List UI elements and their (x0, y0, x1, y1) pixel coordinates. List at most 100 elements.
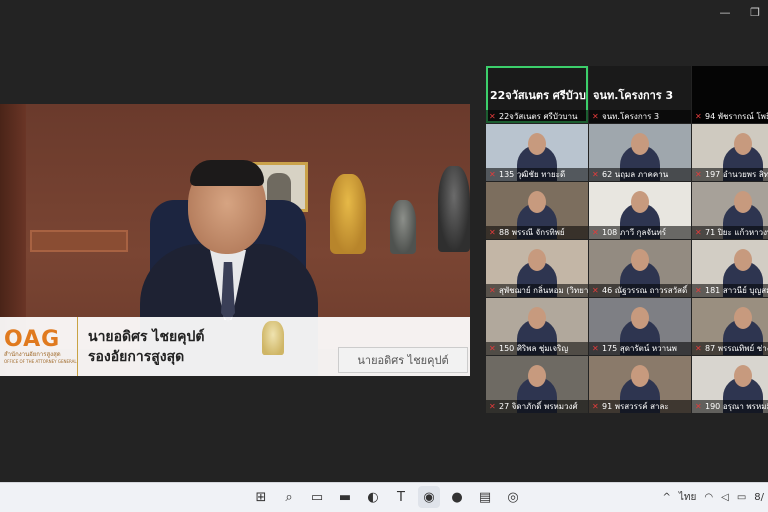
participant-tile[interactable]: 62 นฤมล ภาคคาน ✕ (589, 124, 691, 181)
participant-label: 87 พรรณทิพย์ ช่างสา (692, 342, 768, 355)
participant-label: 181 สาวนีย์ บุญสมธา (692, 284, 768, 297)
mic-muted-icon: ✕ (489, 286, 496, 295)
participant-display-name: จนท.โครงการ 3 (593, 89, 674, 102)
participant-tile[interactable]: 22จวัสเนตร ศรีบัวบาน 22จวัสเนตร ศรีบัวบาน… (486, 66, 588, 123)
participant-face (734, 249, 752, 271)
participant-face (528, 191, 546, 213)
speaker-position: รองอัยการสูงสุด (88, 348, 185, 365)
participant-label: จนท.โครงการ 3 (589, 110, 691, 123)
edge-icon[interactable]: ◐ (362, 486, 384, 508)
logo-text: OAG (4, 326, 61, 352)
participant-label: 150 ศิริพล ชุ่มเจริญ (486, 342, 588, 355)
language-indicator[interactable]: ไทย (679, 490, 696, 505)
participant-face (528, 307, 546, 329)
participant-tile[interactable]: 150 ศิริพล ชุ่มเจริญ ✕ (486, 298, 588, 355)
participant-tile[interactable]: จนท.โครงการ 3 จนท.โครงการ 3 ✕ (589, 66, 691, 123)
participant-label: 108 ภาวี กุลจันทร์ (589, 226, 691, 239)
participant-label: 175 สุดารัตน์ หวานพ (589, 342, 691, 355)
wifi-icon[interactable]: ◠ (704, 492, 713, 503)
mic-muted-icon: ✕ (489, 170, 496, 179)
mic-muted-icon: ✕ (592, 228, 599, 237)
speaker-hair (190, 160, 264, 186)
participant-tile[interactable]: 135 วุฒิชัย ทายะดี ✕ (486, 124, 588, 181)
participant-tile[interactable]: สุพัชฌาย์ กลิ่นหอม (วิทยา ✕ (486, 240, 588, 297)
mic-muted-icon: ✕ (695, 286, 702, 295)
participant-tile[interactable]: 88 พรรณี จักรทิพย์ ✕ (486, 182, 588, 239)
silver-statue (390, 200, 416, 254)
zoom-icon[interactable]: ◉ (418, 486, 440, 508)
line-icon[interactable]: ◎ (502, 486, 524, 508)
logo-english: OFFICE OF THE ATTORNEY GENERAL (4, 358, 77, 364)
participant-face (631, 307, 649, 329)
participant-label: สุพัชฌาย์ กลิ่นหอม (วิทยา (486, 284, 588, 297)
participant-tile[interactable]: 175 สุดารัตน์ หวานพ ✕ (589, 298, 691, 355)
task-view-icon[interactable]: ▭ (306, 486, 328, 508)
clock[interactable]: 8/ (754, 492, 764, 503)
mic-muted-icon: ✕ (489, 402, 496, 411)
participant-tile[interactable]: 108 ภาวี กุลจันทร์ ✕ (589, 182, 691, 239)
participant-tile[interactable]: 46 ณัฐวรรณ ถาวรสวัสดิ์ ✕ (589, 240, 691, 297)
participant-label: 135 วุฒิชัย ทายะดี (486, 168, 588, 181)
mic-muted-icon: ✕ (592, 402, 599, 411)
participant-face (734, 133, 752, 155)
taskbar: ⊞ ⌕ ▭ ▬ ◐ T ◉ ● ▤ ◎ ^ ไทย ◠ ◁ ▭ 8/ (0, 482, 768, 512)
participant-face (734, 191, 752, 213)
mic-muted-icon: ✕ (592, 344, 599, 353)
mic-muted-icon: ✕ (489, 228, 496, 237)
participant-tile[interactable]: 197 อำนวยพร สิทธิ์ศ✕ (692, 124, 768, 181)
start-icon[interactable]: ⊞ (250, 486, 272, 508)
mic-muted-icon: ✕ (592, 170, 599, 179)
participant-display-name: 22จวัสเนตร ศรีบัวบาน (490, 89, 586, 102)
emblem-icon (262, 321, 284, 355)
participant-tile[interactable]: 94 พัชรากรณ์ โพธิ์ศ✕ (692, 66, 768, 123)
volume-icon[interactable]: ◁ (721, 492, 729, 503)
mic-muted-icon: ✕ (592, 286, 599, 295)
tray-overflow-icon[interactable]: ^ (663, 492, 671, 503)
participant-tile[interactable]: 27 จิดาภักดิ์ พรหมวงศ์ ✕ (486, 356, 588, 413)
mic-muted-icon: ✕ (489, 112, 496, 121)
speaker-video[interactable]: OAG สำนักงานอัยการสูงสุด OFFICE OF THE A… (0, 104, 470, 376)
participant-face (631, 133, 649, 155)
participant-tile[interactable]: 181 สาวนีย์ บุญสมธา✕ (692, 240, 768, 297)
mic-muted-icon: ✕ (695, 344, 702, 353)
speaker-name: นายอดิศร ไชยคุปต์ (88, 328, 205, 345)
battery-icon[interactable]: ▭ (737, 492, 746, 503)
participant-tile[interactable]: 91 พรสวรรค์ สาละ ✕ (589, 356, 691, 413)
golden-statue (330, 174, 366, 254)
system-tray: ^ ไทย ◠ ◁ ▭ 8/ (663, 490, 765, 505)
participant-label: 91 พรสวรรค์ สาละ (589, 400, 691, 413)
mic-muted-icon: ✕ (592, 112, 599, 121)
participant-label: 22จวัสเนตร ศรีบัวบาน (486, 110, 588, 123)
window-controls: — ❐ (718, 6, 762, 19)
participant-tile[interactable]: 71 ปิยะ แก้วหาวงษ์ ✕ (692, 182, 768, 239)
lower-third-banner: OAG สำนักงานอัยการสูงสุด OFFICE OF THE A… (0, 317, 470, 376)
file-explorer-icon[interactable]: ▬ (334, 486, 356, 508)
dark-statue (438, 166, 470, 252)
participant-face (631, 191, 649, 213)
search-icon[interactable]: ⌕ (278, 486, 300, 508)
mic-muted-icon: ✕ (489, 344, 496, 353)
teams-icon[interactable]: T (390, 486, 412, 508)
nameplate: นายอดิศร ไชยคุปต์ (338, 347, 468, 373)
restore-icon[interactable]: ❐ (748, 6, 762, 19)
logo-thai: สำนักงานอัยการสูงสุด (4, 350, 61, 358)
participant-label: 197 อำนวยพร สิทธิ์ศ (692, 168, 768, 181)
taskbar-apps: ⊞ ⌕ ▭ ▬ ◐ T ◉ ● ▤ ◎ (250, 486, 524, 508)
chrome-icon[interactable]: ● (446, 486, 468, 508)
participant-gallery: 22จวัสเนตร ศรีบัวบาน 22จวัสเนตร ศรีบัวบาน… (486, 66, 768, 413)
participant-label: 27 จิดาภักดิ์ พรหมวงศ์ (486, 400, 588, 413)
mic-muted-icon: ✕ (695, 402, 702, 411)
notepad-icon[interactable]: ▤ (474, 486, 496, 508)
participant-face (631, 365, 649, 387)
participant-tile[interactable]: 190 อรุณา พรหมมิ ✕ (692, 356, 768, 413)
mic-muted-icon: ✕ (695, 170, 702, 179)
minimize-icon[interactable]: — (718, 6, 732, 19)
mic-muted-icon: ✕ (695, 112, 702, 121)
participant-face (528, 365, 546, 387)
participant-face (734, 307, 752, 329)
participant-label: 88 พรรณี จักรทิพย์ (486, 226, 588, 239)
decor-box (30, 230, 128, 252)
participant-tile[interactable]: 87 พรรณทิพย์ ช่างสา✕ (692, 298, 768, 355)
oag-logo: OAG สำนักงานอัยการสูงสุด OFFICE OF THE A… (0, 317, 78, 376)
participant-label: 62 นฤมล ภาคคาน (589, 168, 691, 181)
